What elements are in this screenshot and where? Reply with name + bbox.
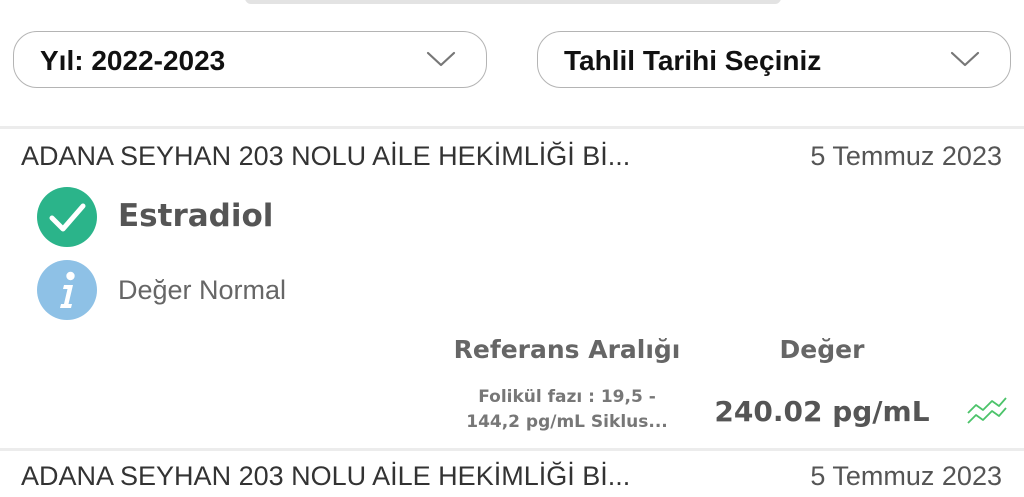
- reference-range-header: Referans Aralığı: [453, 335, 681, 364]
- result-date: 5 Temmuz 2023: [810, 141, 1002, 171]
- divider: [0, 126, 1024, 129]
- sheet-grab-handle[interactable]: [245, 0, 781, 4]
- divider: [0, 448, 1024, 451]
- reference-range-line: Folikül fazı : 19,5 -: [478, 387, 656, 407]
- reference-range-line: 144,2 pg/mL Siklus...: [466, 412, 668, 432]
- year-select-label: Yıl: 2022-2023: [40, 45, 226, 76]
- chevron-down-icon: [950, 51, 980, 67]
- chevron-down-icon: [426, 51, 456, 67]
- test-date-select-label: Tahlil Tarihi Seçiniz: [564, 45, 822, 76]
- result-status: Değer Normal: [118, 275, 287, 305]
- test-date-select[interactable]: Tahlil Tarihi Seçiniz: [537, 31, 1011, 88]
- info-icon: [37, 260, 97, 320]
- result-value: 240.02 pg/mL: [714, 395, 930, 428]
- check-circle-icon: [37, 187, 97, 247]
- clinic-name: ADANA SEYHAN 203 NOLU AİLE HEKİMLİĞİ Bİ.…: [21, 461, 631, 491]
- trend-chart-icon[interactable]: [966, 393, 1008, 427]
- result-date: 5 Temmuz 2023: [810, 461, 1002, 491]
- reference-range-text: Folikül fazı : 19,5 - 144,2 pg/mL Siklus…: [440, 385, 694, 435]
- year-select[interactable]: Yıl: 2022-2023: [13, 31, 487, 88]
- value-header: Değer: [779, 335, 865, 364]
- test-name: Estradiol: [118, 198, 274, 234]
- clinic-name: ADANA SEYHAN 203 NOLU AİLE HEKİMLİĞİ Bİ.…: [21, 141, 631, 171]
